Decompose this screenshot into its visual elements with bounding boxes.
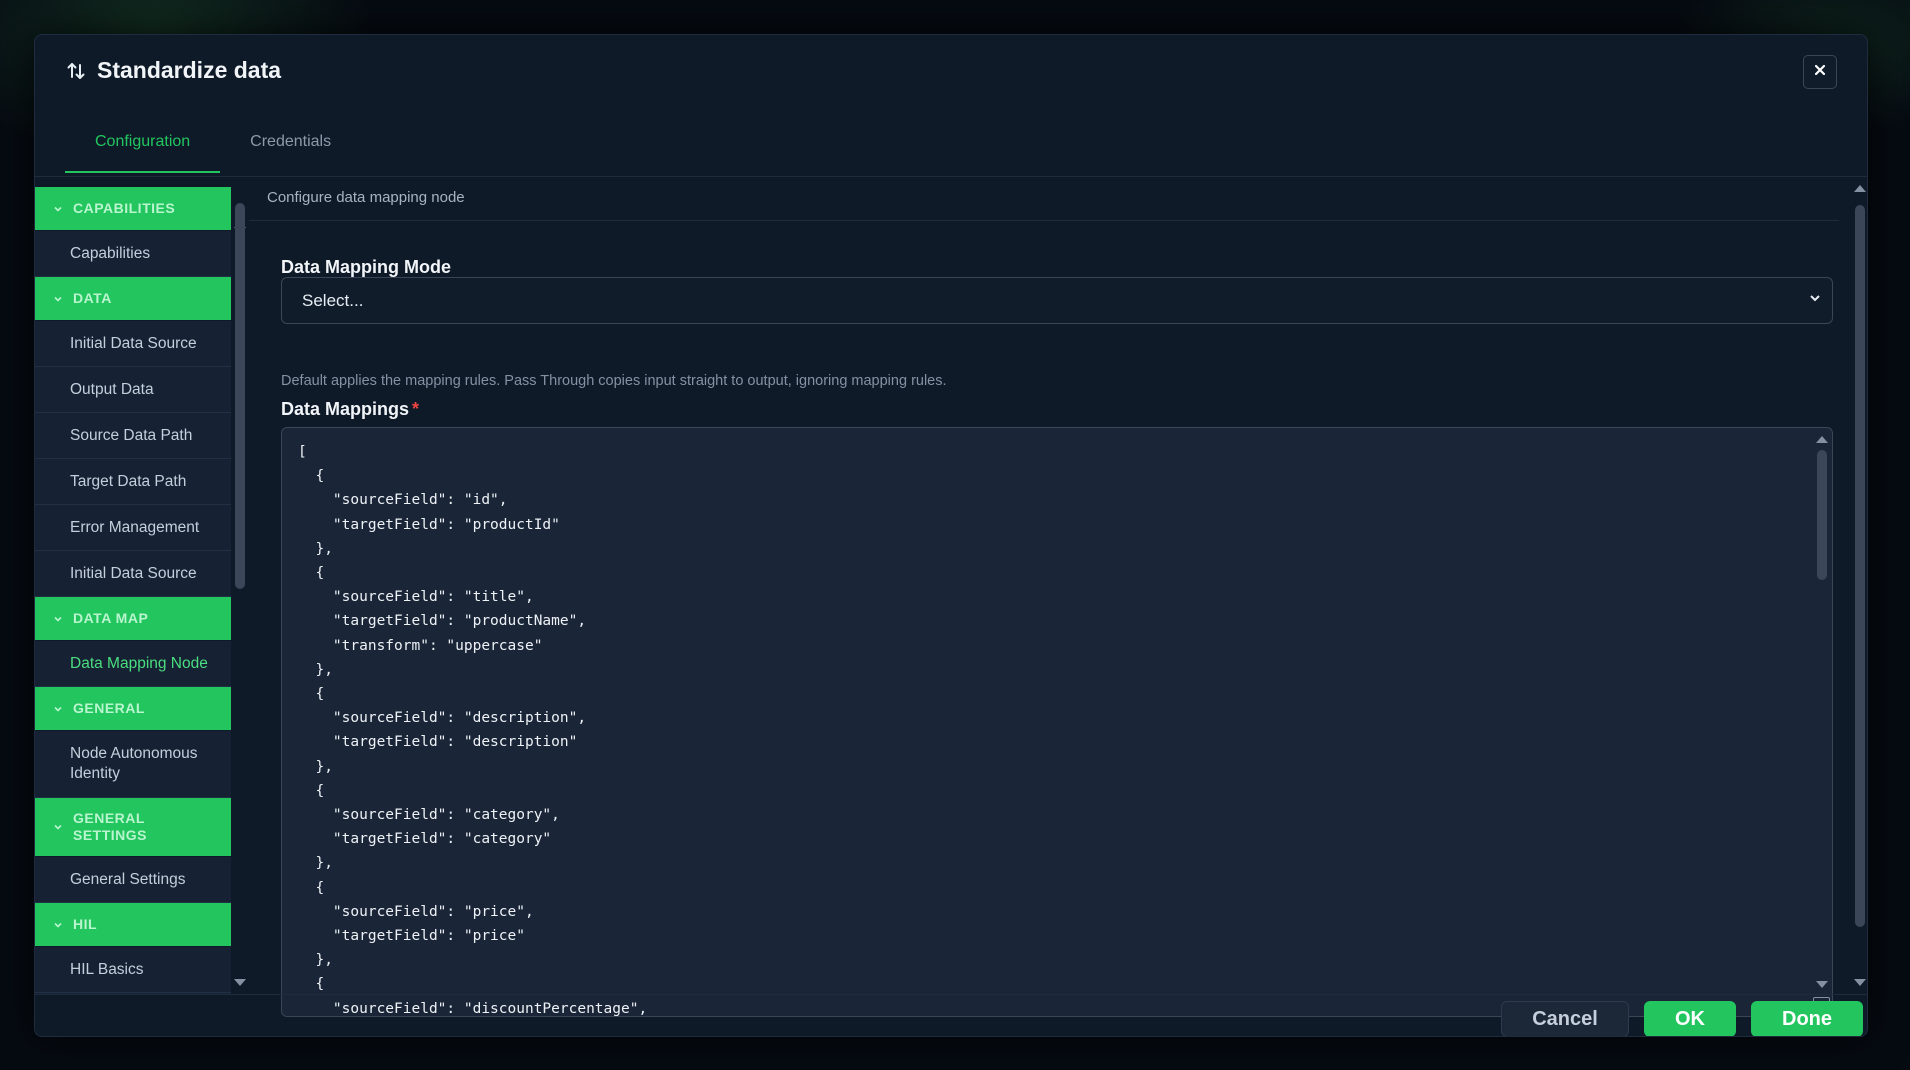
editor-scrollbar[interactable] — [1812, 428, 1832, 1016]
sidebar-scroll-thumb[interactable] — [235, 203, 245, 589]
content-subtitle: Configure data mapping node — [249, 189, 1839, 221]
scroll-down-arrow-icon[interactable] — [1816, 981, 1828, 988]
close-button[interactable] — [1803, 55, 1837, 89]
done-button[interactable]: Done — [1751, 1001, 1863, 1036]
required-marker: * — [412, 399, 420, 419]
sidebar-item-node-autonomous-identity[interactable]: Node Autonomous Identity — [35, 731, 231, 798]
sidebar-item-output-data[interactable]: Output Data — [35, 367, 231, 413]
scroll-up-arrow-icon[interactable] — [1816, 436, 1828, 443]
dialog-title: Standardize data — [97, 57, 282, 83]
mappings-code[interactable]: [ { "sourceField": "id", "targetField": … — [298, 440, 647, 1016]
tab-bar: Configuration Credentials — [65, 119, 361, 173]
sidebar-group-hil[interactable]: HIL — [35, 903, 231, 947]
tab-configuration[interactable]: Configuration — [65, 119, 221, 173]
chevron-down-icon — [53, 704, 63, 714]
sidebar-group-label: CAPABILITIES — [73, 200, 176, 216]
chevron-down-icon — [53, 294, 63, 304]
sidebar-group-general[interactable]: GENERAL — [35, 687, 231, 731]
tab-credentials[interactable]: Credentials — [220, 119, 361, 173]
mode-select-value: Select... — [302, 290, 364, 310]
chevron-down-icon — [1808, 291, 1822, 310]
scroll-down-arrow-icon[interactable] — [234, 979, 246, 986]
sidebar-group-data[interactable]: DATA — [35, 277, 231, 321]
sidebar-group-label: GENERAL SETTINGS — [73, 810, 148, 843]
scroll-down-arrow-icon[interactable] — [1854, 979, 1866, 986]
sidebar-item-error-management[interactable]: Error Management — [35, 505, 231, 551]
sidebar-item-initial-data-source[interactable]: Initial Data Source — [35, 321, 231, 367]
dialog-title-row: Standardize data — [65, 57, 281, 84]
mode-select[interactable]: Select... — [281, 277, 1833, 324]
sidebar-group-data-map[interactable]: DATA MAP — [35, 597, 231, 641]
chevron-down-icon — [53, 822, 63, 832]
mappings-label-row: Data Mappings * — [281, 399, 419, 420]
sidebar-item-capabilities[interactable]: Capabilities — [35, 231, 231, 277]
sidebar: CAPABILITIES Capabilities DATA Initial D… — [35, 187, 231, 994]
content-panel: Configure data mapping node Data Mapping… — [249, 177, 1867, 1017]
sidebar-group-capabilities[interactable]: CAPABILITIES — [35, 187, 231, 231]
sidebar-item-source-data-path[interactable]: Source Data Path — [35, 413, 231, 459]
sidebar-item-data-mapping-node[interactable]: Data Mapping Node — [35, 641, 231, 687]
chevron-down-icon — [53, 204, 63, 214]
editor-scroll-thumb[interactable] — [1817, 450, 1827, 580]
dialog-footer: Cancel OK Done — [35, 994, 1867, 1036]
sidebar-group-label: DATA MAP — [73, 610, 149, 626]
sidebar-group-label: HIL — [73, 916, 98, 932]
chevron-down-icon — [53, 614, 63, 624]
sidebar-group-label: GENERAL — [73, 700, 145, 716]
sidebar-item-target-data-path[interactable]: Target Data Path — [35, 459, 231, 505]
chevron-down-icon — [53, 920, 63, 930]
sidebar-item-hil-basics[interactable]: HIL Basics — [35, 947, 231, 993]
content-scrollbar[interactable] — [1851, 177, 1867, 994]
swap-vertical-icon — [65, 60, 87, 82]
sidebar-group-label: DATA — [73, 290, 112, 306]
dialog-header: Standardize data Configuration Credentia… — [35, 35, 1867, 177]
mode-label: Data Mapping Mode — [281, 257, 451, 277]
mode-help-text: Default applies the mapping rules. Pass … — [281, 373, 947, 389]
sidebar-group-general-settings[interactable]: GENERAL SETTINGS — [35, 798, 231, 857]
sidebar-item-general-settings[interactable]: General Settings — [35, 857, 231, 903]
scroll-up-arrow-icon[interactable] — [1854, 185, 1866, 192]
ok-button[interactable]: OK — [1644, 1001, 1736, 1036]
mappings-label: Data Mappings — [281, 399, 410, 419]
sidebar-item-initial-data-source-2[interactable]: Initial Data Source — [35, 551, 231, 597]
content-scroll-thumb[interactable] — [1855, 205, 1865, 927]
close-icon — [1814, 63, 1826, 81]
mappings-editor[interactable]: [ { "sourceField": "id", "targetField": … — [281, 427, 1833, 1017]
cancel-button[interactable]: Cancel — [1501, 1001, 1629, 1036]
standardize-data-dialog: Standardize data Configuration Credentia… — [34, 34, 1868, 1037]
